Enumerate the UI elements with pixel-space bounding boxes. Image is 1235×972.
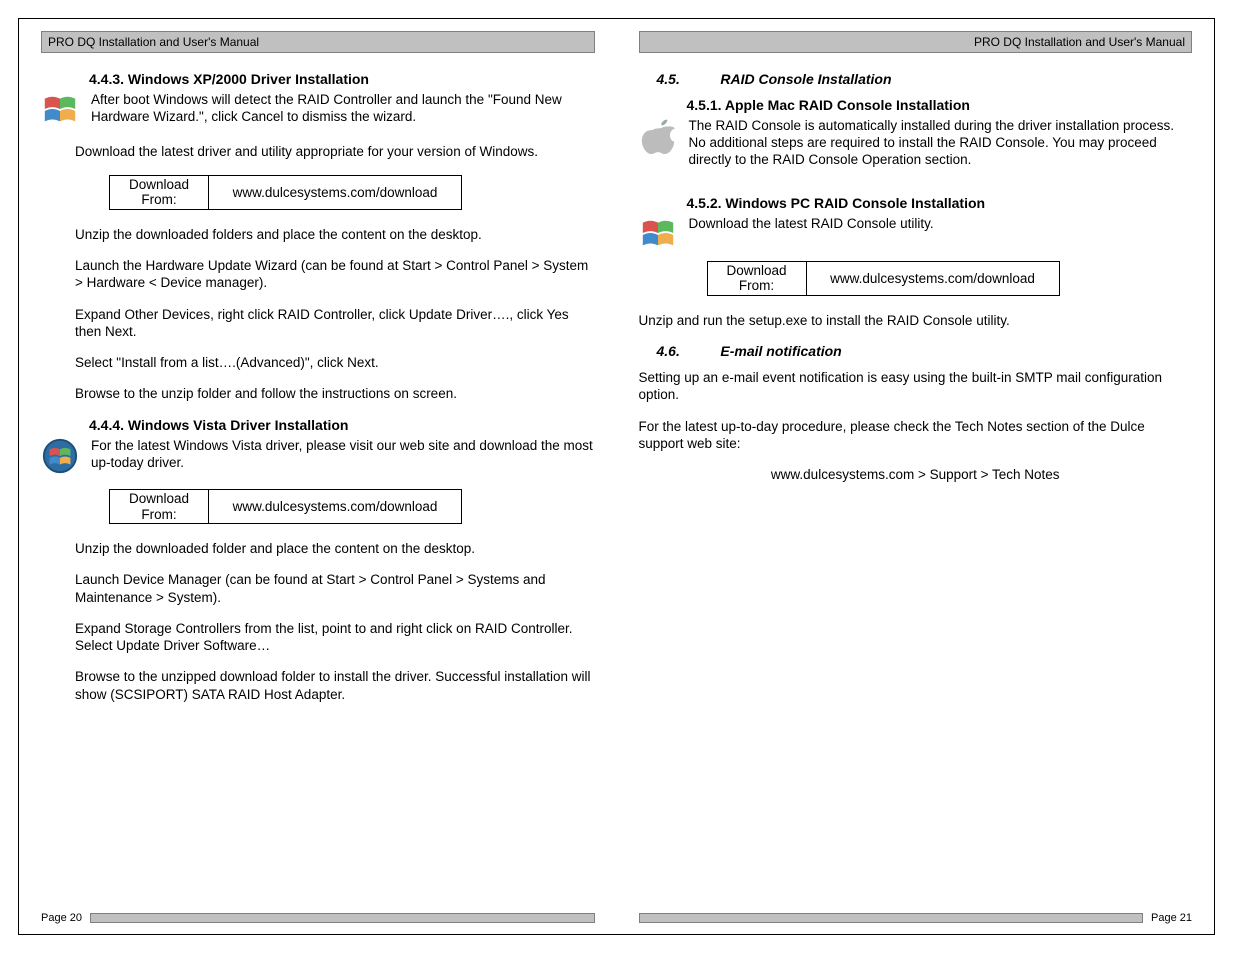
windows-xp-icon [41, 91, 81, 133]
page-right: PRO DQ Installation and User's Manual 4.… [617, 19, 1215, 934]
dl-label: Download From: [707, 261, 806, 295]
download-table-452: Download From: www.dulcesystems.com/down… [707, 261, 1060, 296]
row-443-intro: After boot Windows will detect the RAID … [41, 91, 595, 140]
content-left: 4.4.3. Windows XP/2000 Driver Installati… [41, 71, 595, 717]
p-444-5: Browse to the unzipped download folder t… [41, 668, 595, 703]
windows-xp-icon [639, 215, 679, 257]
p-443-5: Expand Other Devices, right click RAID C… [41, 306, 595, 341]
p-452-1: Download the latest RAID Console utility… [689, 215, 1193, 232]
p-443-1: After boot Windows will detect the RAID … [91, 91, 595, 126]
heading-45: 4.5. RAID Console Installation [639, 71, 1193, 89]
heading-452: 4.5.2. Windows PC RAID Console Installat… [639, 195, 1193, 213]
dl-url: www.dulcesystems.com/download [209, 490, 462, 524]
download-table-444: Download From: www.dulcesystems.com/down… [109, 489, 462, 524]
page-left: PRO DQ Installation and User's Manual 4.… [19, 19, 617, 934]
p-46-3: www.dulcesystems.com > Support > Tech No… [639, 466, 1193, 483]
p-46-2: For the latest up-to-day procedure, plea… [639, 418, 1193, 453]
p-452-2: Unzip and run the setup.exe to install t… [639, 312, 1193, 329]
heading-443: 4.4.3. Windows XP/2000 Driver Installati… [41, 71, 595, 89]
footer-right: Page 21 [639, 912, 1193, 924]
heading-451: 4.5.1. Apple Mac RAID Console Installati… [639, 97, 1193, 115]
heading-46-title: E-mail notification [720, 343, 841, 359]
p-444-3: Launch Device Manager (can be found at S… [41, 571, 595, 606]
heading-444: 4.4.4. Windows Vista Driver Installation [41, 417, 595, 435]
footer-bar-left [90, 913, 595, 923]
p-444-4: Expand Storage Controllers from the list… [41, 620, 595, 655]
footer-left: Page 20 [41, 912, 595, 924]
footer-bar-right [639, 913, 1144, 923]
page-number-left: Page 20 [41, 912, 82, 924]
page-number-right: Page 21 [1151, 912, 1192, 924]
dl-url: www.dulcesystems.com/download [806, 261, 1059, 295]
dl-label: Download From: [110, 175, 209, 209]
heading-45-title: RAID Console Installation [720, 71, 891, 87]
content-right: 4.5. RAID Console Installation 4.5.1. Ap… [639, 71, 1193, 497]
row-444-intro: For the latest Windows Vista driver, ple… [41, 437, 595, 486]
p-46-1: Setting up an e-mail event notification … [639, 369, 1193, 404]
p-444-2: Unzip the downloaded folder and place th… [41, 540, 595, 557]
header-left: PRO DQ Installation and User's Manual [41, 31, 595, 53]
dl-url: www.dulcesystems.com/download [209, 175, 462, 209]
page-spread: PRO DQ Installation and User's Manual 4.… [18, 18, 1215, 935]
p-444-1: For the latest Windows Vista driver, ple… [91, 437, 595, 472]
p-443-6: Select "Install from a list….(Advanced)"… [41, 354, 595, 371]
p-451-1: The RAID Console is automatically instal… [689, 117, 1193, 169]
p-443-4: Launch the Hardware Update Wizard (can b… [41, 257, 595, 292]
p-443-3: Unzip the downloaded folders and place t… [41, 226, 595, 243]
row-452: Download the latest RAID Console utility… [639, 215, 1193, 257]
row-451: The RAID Console is automatically instal… [639, 117, 1193, 183]
header-right: PRO DQ Installation and User's Manual [639, 31, 1193, 53]
dl-label: Download From: [110, 490, 209, 524]
windows-vista-icon [41, 437, 81, 479]
heading-46-num: 4.6. [657, 343, 717, 361]
apple-icon [639, 117, 679, 159]
heading-45-num: 4.5. [657, 71, 717, 89]
download-table-443: Download From: www.dulcesystems.com/down… [109, 175, 462, 210]
p-443-2: Download the latest driver and utility a… [41, 143, 595, 160]
p-443-7: Browse to the unzip folder and follow th… [41, 385, 595, 402]
heading-46: 4.6. E-mail notification [639, 343, 1193, 361]
